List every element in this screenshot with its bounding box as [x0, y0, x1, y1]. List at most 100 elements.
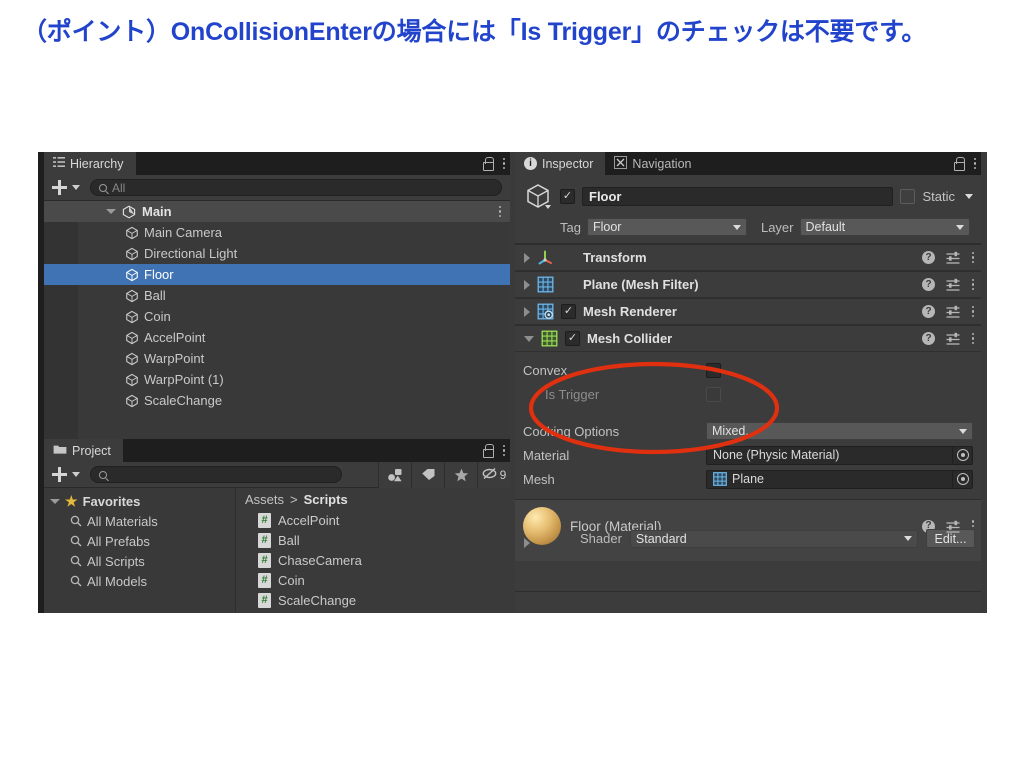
add-gameobject-button[interactable] [52, 180, 80, 195]
component-row-plane-mesh-filter[interactable]: Plane (Mesh Filter)? [515, 271, 981, 298]
material-expand-arrow[interactable] [524, 538, 530, 548]
hierarchy-item-warppoint-1[interactable]: WarpPoint (1) [44, 369, 510, 390]
hierarchy-item-ball[interactable]: Ball [44, 285, 510, 306]
hierarchy-item-label: Coin [144, 309, 171, 324]
plus-icon [52, 467, 67, 482]
tag-label: Tag [560, 219, 581, 235]
cooking-options-dropdown[interactable]: Mixed... [706, 422, 973, 440]
tab-project[interactable]: Project [44, 439, 123, 462]
chevron-down-icon[interactable] [524, 335, 534, 342]
label-tag-icon[interactable] [411, 461, 444, 488]
tab-navigation[interactable]: Navigation [605, 152, 703, 175]
preset-icon[interactable] [946, 332, 960, 345]
project-tree-item-label: All Scripts [87, 553, 145, 569]
help-icon[interactable]: ? [922, 332, 935, 345]
static-checkbox[interactable] [900, 188, 916, 204]
project-tree-item-favorites[interactable]: ★ Favorites [44, 491, 235, 511]
breadcrumb-current[interactable]: Scripts [304, 492, 348, 507]
object-picker-button[interactable] [952, 446, 972, 464]
preset-icon[interactable] [946, 305, 960, 318]
layer-dropdown[interactable]: Default [799, 218, 970, 236]
asset-item-ball[interactable]: # Ball [236, 530, 510, 550]
gameobject-enabled-checkbox[interactable]: ✓ [560, 188, 575, 204]
help-icon[interactable]: ? [922, 305, 935, 318]
component-row-mesh-renderer[interactable]: ✓ Mesh Renderer? [515, 298, 981, 325]
component-row-transform[interactable]: Transform? [515, 244, 981, 271]
project-tree-item-all-materials[interactable]: All Materials [44, 511, 235, 531]
hierarchy-item-warppoint[interactable]: WarpPoint [44, 348, 510, 369]
chevron-right-icon[interactable] [524, 306, 530, 317]
inspector-panel: i Inspector Navigation ✓ Floor Static Ta… [515, 152, 981, 613]
inspector-tabbar: i Inspector Navigation [515, 152, 981, 175]
kebab-menu-icon[interactable] [502, 157, 506, 171]
kebab-menu-icon[interactable] [971, 278, 975, 292]
component-enabled-checkbox[interactable]: ✓ [561, 304, 576, 319]
project-search-input[interactable] [90, 466, 342, 483]
hierarchy-item-scalechange[interactable]: ScaleChange [44, 390, 510, 411]
project-tree-item-all-prefabs[interactable]: All Prefabs [44, 531, 235, 551]
hierarchy-item-directional-light[interactable]: Directional Light [44, 243, 510, 264]
lock-icon[interactable] [482, 157, 494, 171]
chevron-down-icon[interactable] [106, 209, 116, 214]
asset-item-scalechange[interactable]: # ScaleChange [236, 590, 510, 610]
chevron-right-icon[interactable] [524, 252, 530, 263]
tab-hierarchy-label: Hierarchy [70, 156, 124, 171]
csharp-script-icon: # [258, 572, 271, 588]
mesh-control: Plane [706, 469, 973, 489]
transform-gizmo-icon [537, 249, 554, 266]
hidden-objects-count[interactable]: 9 [477, 461, 510, 488]
object-picker-button[interactable] [952, 470, 972, 488]
preset-icon[interactable] [946, 520, 960, 533]
hierarchy-item-floor[interactable]: Floor [44, 264, 510, 285]
mesh-renderer-icon [537, 303, 554, 320]
component-enabled-checkbox[interactable]: ✓ [565, 331, 580, 346]
kebab-menu-icon[interactable] [971, 305, 975, 319]
shader-dropdown[interactable]: Standard [629, 529, 918, 548]
mesh-filter-icon [713, 471, 728, 487]
kebab-menu-icon[interactable] [971, 251, 975, 265]
asset-item-coin[interactable]: # Coin [236, 570, 510, 590]
static-dropdown-caret[interactable] [965, 193, 973, 199]
tab-inspector[interactable]: i Inspector [515, 152, 606, 175]
is-trigger-checkbox[interactable] [706, 386, 721, 402]
cube-icon [125, 394, 139, 408]
asset-item-accelpoint[interactable]: # AccelPoint [236, 510, 510, 530]
project-tree-item-all-models[interactable]: All Models [44, 571, 235, 591]
hierarchy-gutter [44, 222, 78, 243]
create-asset-button[interactable] [52, 467, 80, 482]
hierarchy-root-row[interactable]: Main [44, 201, 510, 222]
physic-material-field[interactable]: None (Physic Material) [706, 445, 973, 465]
project-tree-item-all-scripts[interactable]: All Scripts [44, 551, 235, 571]
hierarchy-search-input[interactable]: All [90, 179, 502, 196]
hierarchy-item-accelpoint[interactable]: AccelPoint [44, 327, 510, 348]
preset-icon[interactable] [946, 251, 960, 264]
hierarchy-item-coin[interactable]: Coin [44, 306, 510, 327]
kebab-menu-icon[interactable] [973, 157, 977, 171]
kebab-menu-icon[interactable] [498, 205, 502, 219]
lock-icon[interactable] [953, 157, 965, 171]
layer-label: Layer [760, 219, 794, 235]
breadcrumb-root[interactable]: Assets [245, 492, 284, 507]
tag-dropdown[interactable]: Floor [586, 218, 747, 236]
convex-checkbox[interactable] [706, 362, 721, 378]
lock-icon[interactable] [482, 444, 494, 458]
star-icon[interactable] [444, 461, 477, 488]
asset-rows: # AccelPoint # Ball # ChaseCamera # Coin # ScaleC… [236, 510, 510, 610]
chevron-down-icon[interactable] [50, 498, 60, 504]
help-icon[interactable]: ? [922, 251, 935, 264]
gameobject-name-field[interactable]: Floor [582, 186, 894, 206]
tag-value: Floor [592, 220, 622, 234]
mesh-row: Mesh Plane [523, 467, 973, 491]
tab-hierarchy[interactable]: Hierarchy [44, 152, 136, 175]
asset-item-chasecamera[interactable]: # ChaseCamera [236, 550, 510, 570]
hierarchy-item-main-camera[interactable]: Main Camera [44, 222, 510, 243]
preset-icon[interactable] [946, 278, 960, 291]
kebab-menu-icon[interactable] [502, 444, 506, 458]
mesh-field[interactable]: Plane [706, 469, 973, 489]
asset-filter-icon[interactable] [378, 461, 411, 488]
kebab-menu-icon[interactable] [971, 332, 975, 346]
cube-icon [125, 247, 139, 261]
component-row-mesh-collider[interactable]: ✓ Mesh Collider? [515, 325, 981, 352]
chevron-right-icon[interactable] [524, 279, 530, 290]
help-icon[interactable]: ? [922, 278, 935, 291]
